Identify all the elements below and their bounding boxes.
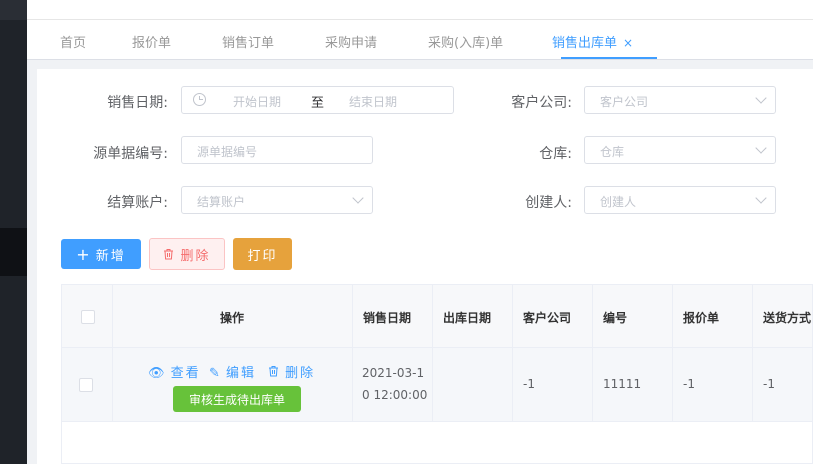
plus-icon: + — [76, 244, 90, 264]
column-header-number[interactable]: 编号 — [603, 309, 627, 326]
sidebar — [0, 0, 27, 464]
tab-home[interactable]: 首页 — [60, 32, 86, 51]
tab-active-indicator — [561, 57, 657, 59]
column-header-actions: 操作 — [220, 311, 245, 325]
start-date-input[interactable]: 开始日期 — [233, 93, 281, 110]
delete-button-label: 删除 — [180, 248, 211, 264]
row-checkbox[interactable] — [79, 378, 93, 392]
chevron-down-icon — [755, 92, 767, 104]
creator-label: 创建人: — [525, 195, 572, 211]
creator-select-placeholder: 创建人 — [600, 195, 637, 209]
audit-generate-button[interactable]: 审核生成待出库单 — [173, 386, 301, 412]
column-divider — [672, 285, 673, 422]
clock-icon — [193, 93, 206, 106]
table-header: 操作 销售日期 出库日期 客户公司 编号 报价单 送货方式 — [62, 285, 812, 348]
sidebar-top — [0, 0, 27, 20]
sidebar-active-item[interactable] — [0, 228, 27, 276]
warehouse-select[interactable]: 仓库 — [584, 136, 776, 164]
chevron-down-icon — [755, 142, 767, 154]
cell-delivery: -1 — [763, 377, 775, 391]
row-delete-button[interactable]: 删除 — [268, 362, 315, 381]
chevron-down-icon — [352, 192, 364, 204]
close-icon[interactable]: × — [623, 36, 633, 50]
end-date-input[interactable]: 结束日期 — [349, 93, 397, 110]
tab-quote[interactable]: 报价单 — [132, 32, 171, 51]
account-select[interactable]: 结算账户 — [181, 186, 373, 214]
trash-icon — [164, 249, 174, 260]
tab-purchase-request[interactable]: 采购申请 — [325, 32, 377, 51]
column-divider — [592, 285, 593, 422]
select-all-checkbox[interactable] — [81, 310, 95, 324]
row-delete-label: 删除 — [285, 366, 316, 381]
customer-select[interactable]: 客户公司 — [584, 86, 776, 114]
customer-select-placeholder: 客户公司 — [600, 95, 649, 109]
cell-sale-date-line2: 0 12:00:00 — [362, 388, 428, 402]
tab-sales-order[interactable]: 销售订单 — [222, 32, 274, 51]
cell-sale-date-line1: 2021-03-1 — [362, 366, 425, 380]
date-range-separator: 至 — [311, 96, 325, 111]
eye-icon: 👁 — [148, 366, 165, 381]
column-header-customer[interactable]: 客户公司 — [523, 309, 571, 326]
source-no-label: 源单据编号: — [93, 146, 168, 162]
delete-button[interactable]: 删除 — [149, 238, 225, 270]
tab-sales-outbound[interactable]: 销售出库单 × — [552, 32, 633, 51]
warehouse-select-placeholder: 仓库 — [600, 145, 625, 159]
top-bar — [27, 0, 813, 20]
outbound-table: 操作 销售日期 出库日期 客户公司 编号 报价单 送货方式 👁 查看 ✎ 编辑 … — [61, 284, 813, 464]
view-button[interactable]: 👁 查看 — [148, 362, 201, 381]
column-header-sale-date[interactable]: 销售日期 — [363, 309, 411, 326]
source-no-input[interactable]: 源单据编号 — [181, 136, 373, 164]
column-divider — [352, 285, 353, 422]
cell-number: 11111 — [603, 377, 642, 391]
warehouse-label: 仓库: — [539, 146, 572, 162]
account-select-placeholder: 结算账户 — [197, 195, 246, 209]
table-row: 👁 查看 ✎ 编辑 删除 审核生成待出库单 2021-03-1 0 12:00:… — [62, 348, 812, 422]
creator-select[interactable]: 创建人 — [584, 186, 776, 214]
customer-label: 客户公司: — [511, 95, 572, 111]
column-header-out-date[interactable]: 出库日期 — [443, 309, 491, 326]
trash-icon — [269, 366, 278, 377]
source-no-placeholder: 源单据编号 — [197, 145, 258, 159]
cell-customer: -1 — [523, 377, 535, 391]
cell-quote: -1 — [683, 377, 695, 391]
edit-icon: ✎ — [209, 366, 220, 381]
column-divider — [112, 285, 113, 422]
column-divider — [512, 285, 513, 422]
sale-date-range-picker[interactable]: 开始日期 至 结束日期 — [181, 86, 454, 114]
tab-sales-outbound-label: 销售出库单 — [552, 36, 618, 51]
sale-date-label: 销售日期: — [107, 95, 168, 111]
edit-button[interactable]: ✎ 编辑 — [209, 362, 256, 381]
view-label: 查看 — [170, 366, 201, 381]
account-label: 结算账户: — [107, 195, 168, 211]
edit-label: 编辑 — [226, 366, 257, 381]
print-button[interactable]: 打印 — [233, 238, 292, 270]
column-header-quote[interactable]: 报价单 — [683, 309, 719, 326]
tab-bar: 首页 报价单 销售订单 采购申请 采购(入库)单 销售出库单 × — [27, 20, 813, 60]
add-button[interactable]: + 新增 — [61, 239, 141, 269]
tab-purchase-inbound[interactable]: 采购(入库)单 — [428, 32, 503, 51]
column-divider — [432, 285, 433, 422]
chevron-down-icon — [755, 192, 767, 204]
add-button-label: 新增 — [95, 248, 126, 264]
column-divider — [752, 285, 753, 422]
column-header-delivery[interactable]: 送货方式 — [763, 309, 811, 326]
print-button-label: 打印 — [247, 248, 278, 264]
